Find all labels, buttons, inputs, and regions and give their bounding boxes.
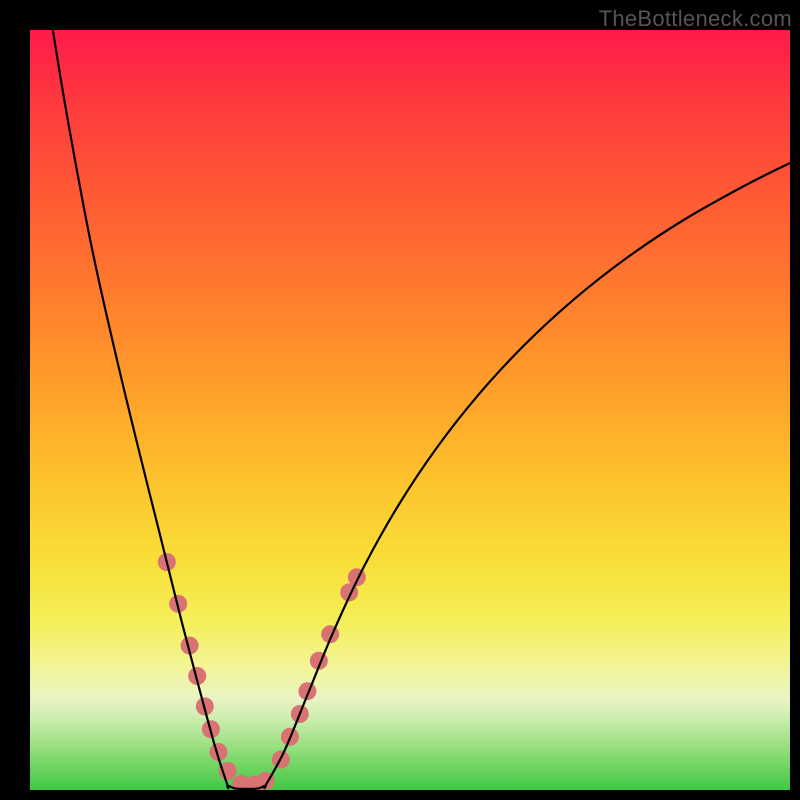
- chart-frame: TheBottleneck.com: [0, 0, 800, 800]
- data-markers: [158, 553, 366, 790]
- chart-overlay: [30, 30, 790, 790]
- bottleneck-curve: [53, 30, 790, 789]
- watermark-text: TheBottleneck.com: [599, 6, 792, 32]
- data-marker: [348, 568, 366, 586]
- plot-area: [30, 30, 790, 790]
